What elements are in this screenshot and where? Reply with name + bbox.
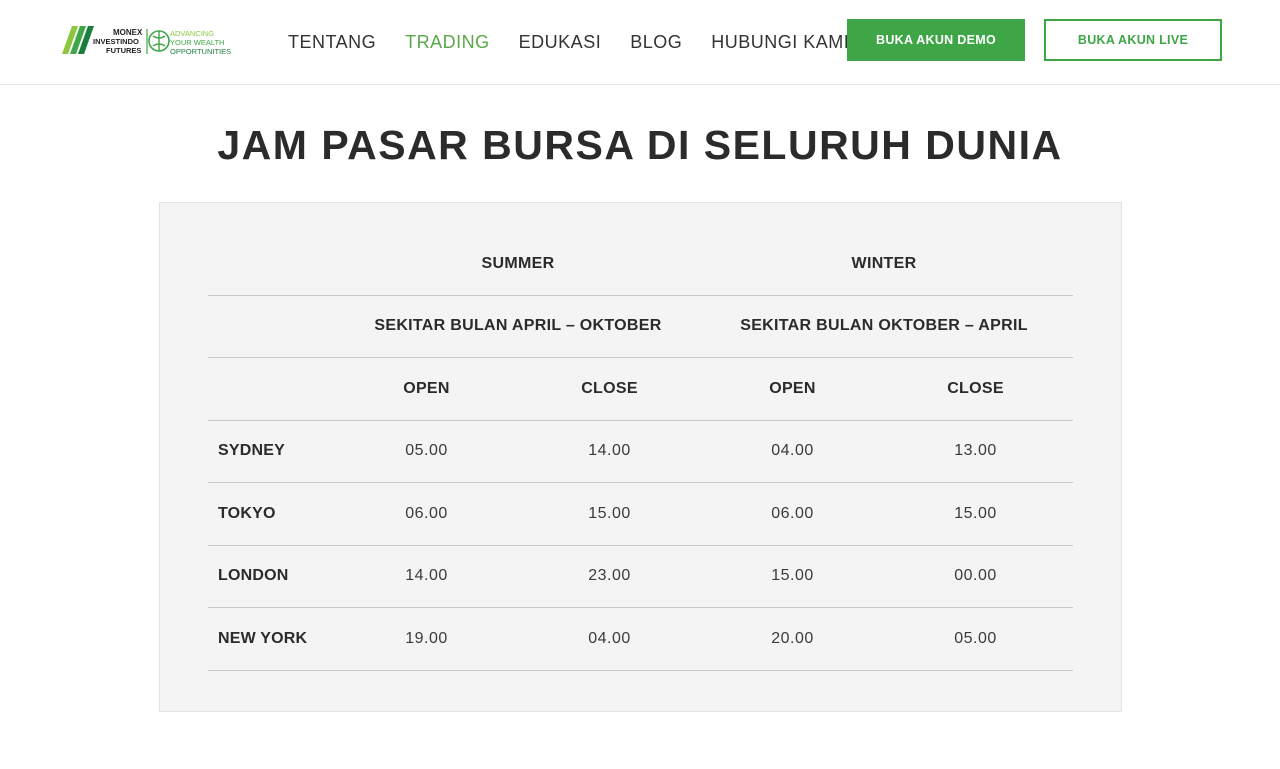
summer-open-time: 05.00: [405, 442, 448, 460]
summer-open-time: 14.00: [405, 567, 448, 585]
table-row: SYDNEY 05.00 14.00 04.00 13.00: [208, 421, 1073, 483]
open-live-account-button[interactable]: BUKA AKUN LIVE: [1044, 19, 1222, 61]
winter-close-header: CLOSE: [947, 379, 1004, 397]
logo-brand-line1: MONEX: [113, 28, 143, 37]
winter-close-time: 15.00: [954, 504, 997, 522]
logo-tagline-line1: ADVANCING: [170, 29, 214, 38]
summer-header: SUMMER: [481, 254, 555, 272]
winter-open-time: 06.00: [771, 504, 814, 522]
main-nav: TENTANG TRADING EDUKASI BLOG HUBUNGI KAM…: [288, 0, 878, 84]
column-header-row: OPEN CLOSE OPEN CLOSE: [208, 358, 1073, 421]
city-name: NEW YORK: [218, 629, 308, 647]
summer-open-time: 06.00: [405, 504, 448, 522]
nav-trading[interactable]: TRADING: [405, 32, 490, 53]
winter-open-time: 04.00: [771, 442, 814, 460]
logo-tagline-line2: YOUR WEALTH: [170, 38, 224, 47]
logo-brand-line2: INVESTINDO: [93, 37, 139, 46]
open-demo-account-button[interactable]: BUKA AKUN DEMO: [847, 19, 1025, 61]
summer-open-time: 19.00: [405, 629, 448, 647]
nav-tentang[interactable]: TENTANG: [288, 32, 376, 53]
monex-logo[interactable]: MONEX INVESTINDO FUTURES ADVANCING YOUR …: [60, 24, 236, 58]
summer-open-header: OPEN: [403, 379, 450, 397]
nav-edukasi[interactable]: EDUKASI: [519, 32, 602, 53]
nav-blog[interactable]: BLOG: [630, 32, 682, 53]
winter-close-time: 05.00: [954, 629, 997, 647]
summer-period: SEKITAR BULAN APRIL – OKTOBER: [374, 317, 662, 335]
table-row: NEW YORK 19.00 04.00 20.00 05.00: [208, 608, 1073, 671]
winter-open-time: 20.00: [771, 629, 814, 647]
summer-close-time: 15.00: [588, 504, 631, 522]
table-row: LONDON 14.00 23.00 15.00 00.00: [208, 546, 1073, 608]
table-row: TOKYO 06.00 15.00 06.00 15.00: [208, 483, 1073, 546]
summer-close-time: 04.00: [588, 629, 631, 647]
winter-open-header: OPEN: [769, 379, 816, 397]
winter-close-time: 00.00: [954, 567, 997, 585]
period-header-row: SEKITAR BULAN APRIL – OKTOBER SEKITAR BU…: [208, 296, 1073, 358]
market-hours-table: SUMMER WINTER SEKITAR BULAN APRIL – OKTO…: [208, 233, 1073, 671]
season-header-row: SUMMER WINTER: [208, 233, 1073, 296]
winter-open-time: 15.00: [771, 567, 814, 585]
city-name: TOKYO: [218, 504, 276, 522]
logo-brand-line3: FUTURES: [106, 46, 141, 55]
summer-close-time: 23.00: [588, 567, 631, 585]
summer-close-time: 14.00: [588, 442, 631, 460]
logo-tagline-line3: OPPORTUNITIES: [170, 47, 231, 56]
site-header: MONEX INVESTINDO FUTURES ADVANCING YOUR …: [0, 0, 1280, 85]
city-name: SYDNEY: [218, 442, 285, 460]
winter-period: SEKITAR BULAN OKTOBER – APRIL: [740, 317, 1028, 335]
winter-close-time: 13.00: [954, 442, 997, 460]
market-hours-panel: SUMMER WINTER SEKITAR BULAN APRIL – OKTO…: [159, 202, 1122, 712]
winter-header: WINTER: [851, 254, 917, 272]
summer-close-header: CLOSE: [581, 379, 638, 397]
nav-hubungi-kami[interactable]: HUBUNGI KAMI: [711, 32, 849, 53]
city-name: LONDON: [218, 567, 289, 585]
page-title: JAM PASAR BURSA DI SELURUH DUNIA: [217, 122, 1063, 168]
